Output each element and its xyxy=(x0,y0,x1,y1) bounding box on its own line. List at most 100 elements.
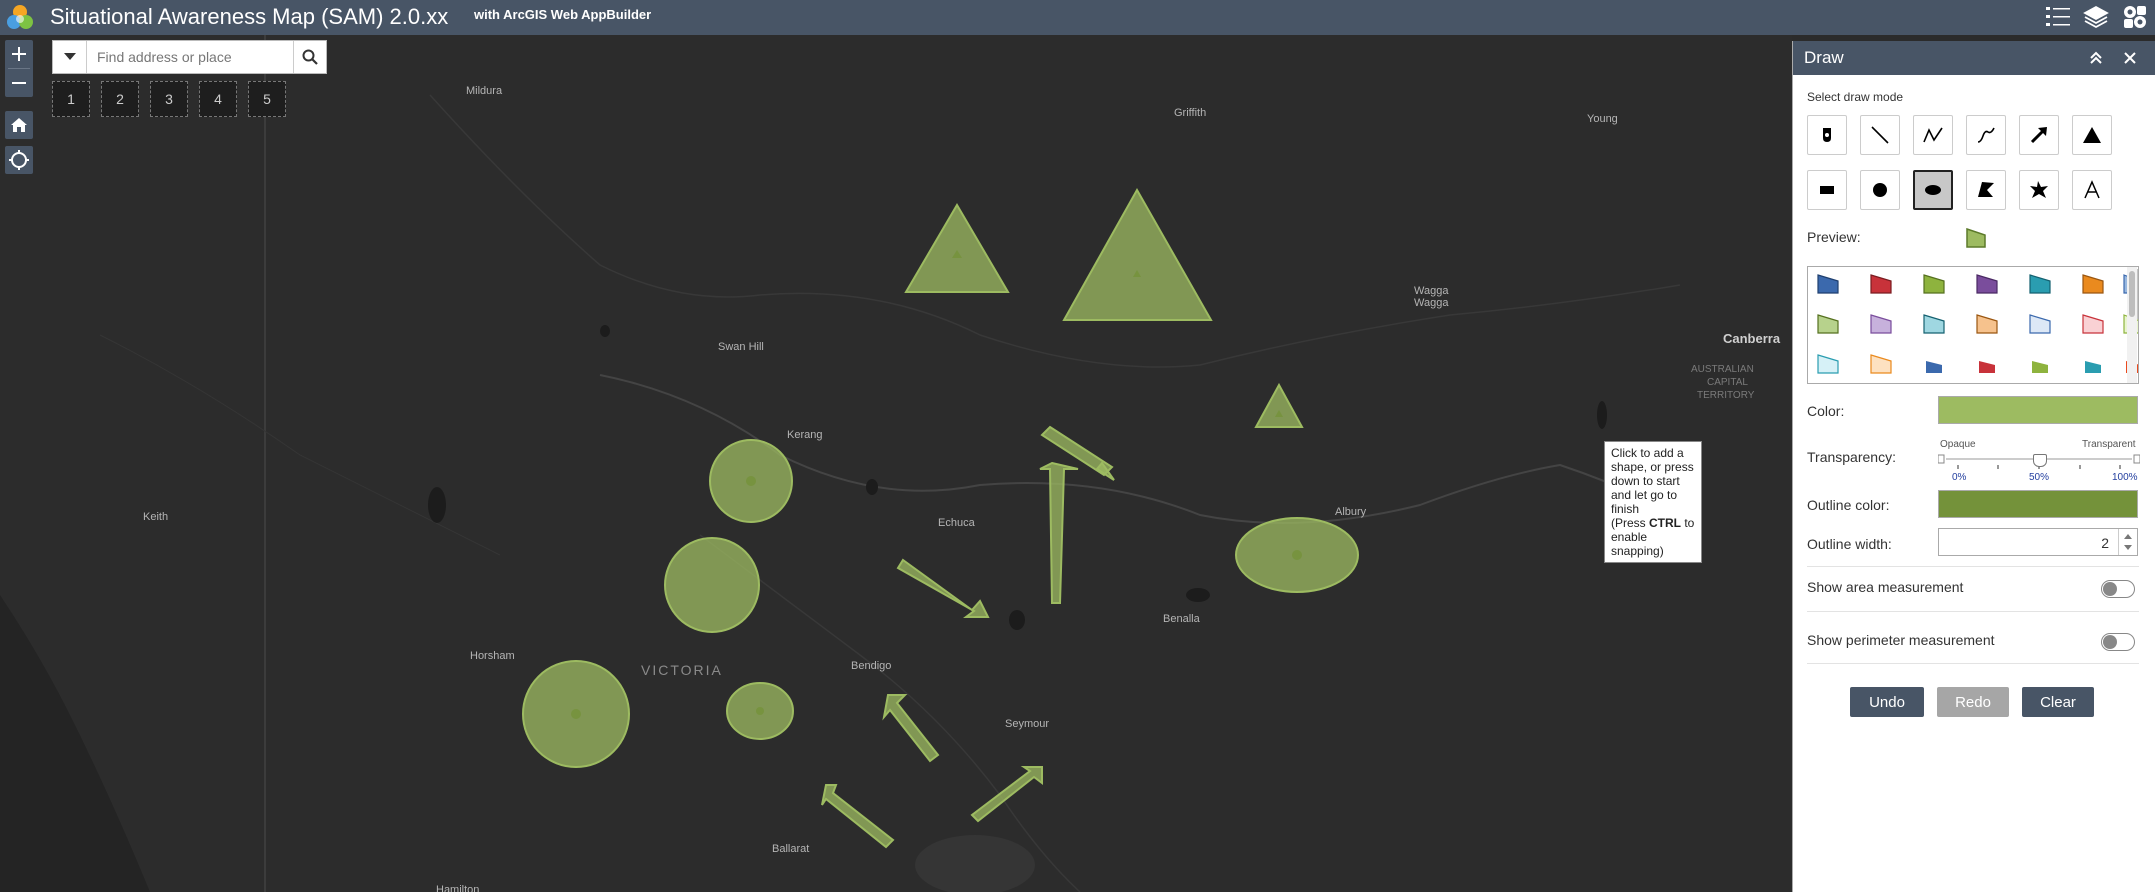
app-header: Situational Awareness Map (SAM) 2.0.xx w… xyxy=(0,0,2155,35)
undo-button[interactable]: Undo xyxy=(1850,687,1924,717)
bookmark-bar: 1 2 3 4 5 xyxy=(52,81,286,117)
bookmark-5-button[interactable]: 5 xyxy=(248,81,286,117)
show-area-measurement-toggle[interactable] xyxy=(2101,580,2135,598)
circle-icon xyxy=(1873,183,1887,197)
bookmark-4-button[interactable]: 4 xyxy=(199,81,237,117)
tick-100: 100% xyxy=(2112,472,2138,483)
polyline-icon xyxy=(1923,127,1943,143)
rectangle-icon xyxy=(1820,186,1834,194)
draw-mode-arrow-button[interactable] xyxy=(2019,115,2059,155)
collapse-panel-button[interactable] xyxy=(2083,45,2109,71)
outline-width-input[interactable]: 2 xyxy=(1938,528,2138,556)
select-draw-mode-label: Select draw mode xyxy=(1807,90,1904,104)
plus-icon xyxy=(12,47,26,61)
draw-mode-circle-button[interactable] xyxy=(1860,170,1900,210)
fill-color-picker[interactable] xyxy=(1938,396,2138,424)
app-subtitle: with ArcGIS Web AppBuilder xyxy=(474,7,652,22)
layers-icon[interactable] xyxy=(2081,2,2111,32)
draw-panel-header: Draw xyxy=(1793,41,2155,75)
drawn-arrow xyxy=(882,694,940,763)
drawn-triangle xyxy=(1254,382,1304,428)
tick-0: 0% xyxy=(1952,472,1967,483)
gallery-scrollbar-thumb[interactable] xyxy=(2129,271,2135,317)
draw-panel: Draw Select draw mode Preview: Color: Tr… xyxy=(1792,41,2155,892)
transparent-label: Transparent xyxy=(2082,439,2136,450)
zoom-in-button[interactable] xyxy=(5,40,33,68)
draw-mode-text-button[interactable] xyxy=(2072,170,2112,210)
search-icon xyxy=(302,49,318,65)
show-perimeter-measurement-toggle[interactable] xyxy=(2101,633,2135,651)
drawn-arrow xyxy=(896,558,990,618)
point-icon xyxy=(1823,128,1831,142)
draw-mode-ellipse-button[interactable] xyxy=(1913,170,1953,210)
drawn-triangle xyxy=(1062,187,1213,321)
graphics-layer xyxy=(522,187,1359,849)
symbol-swatches[interactable] xyxy=(1808,267,2139,384)
bookmark-2-button[interactable]: 2 xyxy=(101,81,139,117)
bookmark-1-button[interactable]: 1 xyxy=(52,81,90,117)
draw-panel-title: Draw xyxy=(1804,48,1844,67)
draw-mode-freehand-polygon-button[interactable] xyxy=(2019,170,2059,210)
gallery-scrollbar[interactable] xyxy=(2127,267,2137,383)
home-button[interactable] xyxy=(5,111,33,139)
my-location-button[interactable] xyxy=(5,146,33,174)
drawn-arrow xyxy=(1039,461,1079,604)
freehand-line-icon xyxy=(1977,127,1995,143)
outline-color-picker[interactable] xyxy=(1938,490,2138,518)
close-panel-button[interactable] xyxy=(2117,45,2143,71)
locate-icon xyxy=(9,150,29,170)
bookmark-3-button[interactable]: 3 xyxy=(150,81,188,117)
draw-mode-line-button[interactable] xyxy=(1860,115,1900,155)
outline-width-spinner[interactable] xyxy=(2118,529,2137,555)
draw-tooltip: Click to add a shape, or press down to s… xyxy=(1604,441,1702,563)
close-icon xyxy=(2124,52,2136,64)
search-button[interactable] xyxy=(293,41,326,73)
zoom-out-button[interactable] xyxy=(5,69,33,97)
layer-list-icon[interactable] xyxy=(2043,2,2073,32)
tick-50: 50% xyxy=(2029,472,2050,483)
tooltip-ctrl-key: CTRL xyxy=(1649,516,1682,530)
text-icon xyxy=(2084,180,2100,199)
transparency-slider-thumb[interactable] xyxy=(2033,454,2047,467)
zoom-control xyxy=(5,40,33,97)
tooltip-ctrl-prefix: (Press xyxy=(1611,516,1650,530)
minus-icon xyxy=(12,82,26,84)
home-icon xyxy=(11,118,27,132)
app-title: Situational Awareness Map (SAM) 2.0.xx xyxy=(50,4,449,29)
tooltip-text: Click to add a shape, or press down to s… xyxy=(1611,446,1694,516)
outline-width-label: Outline width: xyxy=(1807,536,1892,552)
outline-width-value: 2 xyxy=(2101,535,2109,551)
drawn-arrow xyxy=(970,766,1043,823)
transparency-label: Transparency: xyxy=(1807,449,1896,465)
draw-mode-rectangle-button[interactable] xyxy=(1807,170,1847,210)
toggle-knob xyxy=(2103,635,2117,649)
draw-mode-freehand-line-button[interactable] xyxy=(1966,115,2006,155)
draw-mode-triangle-button[interactable] xyxy=(2072,115,2112,155)
draw-mode-point-button[interactable] xyxy=(1807,115,1847,155)
map-view[interactable]: Mildura Griffith Young Wagga Wagga Canbe… xyxy=(0,35,1792,892)
draw-mode-polygon-button[interactable] xyxy=(1966,170,2006,210)
search-input[interactable] xyxy=(87,41,293,73)
preview-label: Preview: xyxy=(1807,229,1861,245)
section-divider xyxy=(1807,663,2139,664)
symbol-gallery xyxy=(1807,266,2139,384)
polygon-icon xyxy=(1978,182,1994,197)
search-widget xyxy=(52,40,327,74)
draw-mode-polyline-button[interactable] xyxy=(1913,115,1953,155)
search-source-dropdown[interactable] xyxy=(53,41,87,73)
widgets-icon[interactable] xyxy=(2120,2,2150,32)
arrow-icon xyxy=(2030,127,2047,144)
triangle-icon xyxy=(2083,127,2101,143)
double-chevron-up-icon xyxy=(2090,51,2102,64)
preview-symbol-icon xyxy=(1966,227,1986,248)
section-divider xyxy=(1807,611,2139,612)
clear-button[interactable]: Clear xyxy=(2022,687,2094,717)
spinner-arrows-icon xyxy=(2124,534,2132,550)
toggle-knob xyxy=(2103,582,2117,596)
ellipse-icon xyxy=(1925,185,1941,195)
app-logo-icon xyxy=(7,5,33,29)
drawn-arrow xyxy=(821,784,895,849)
redo-button[interactable]: Redo xyxy=(1937,687,2009,717)
section-divider xyxy=(1807,566,2139,567)
freehand-polygon-icon xyxy=(2030,181,2048,198)
